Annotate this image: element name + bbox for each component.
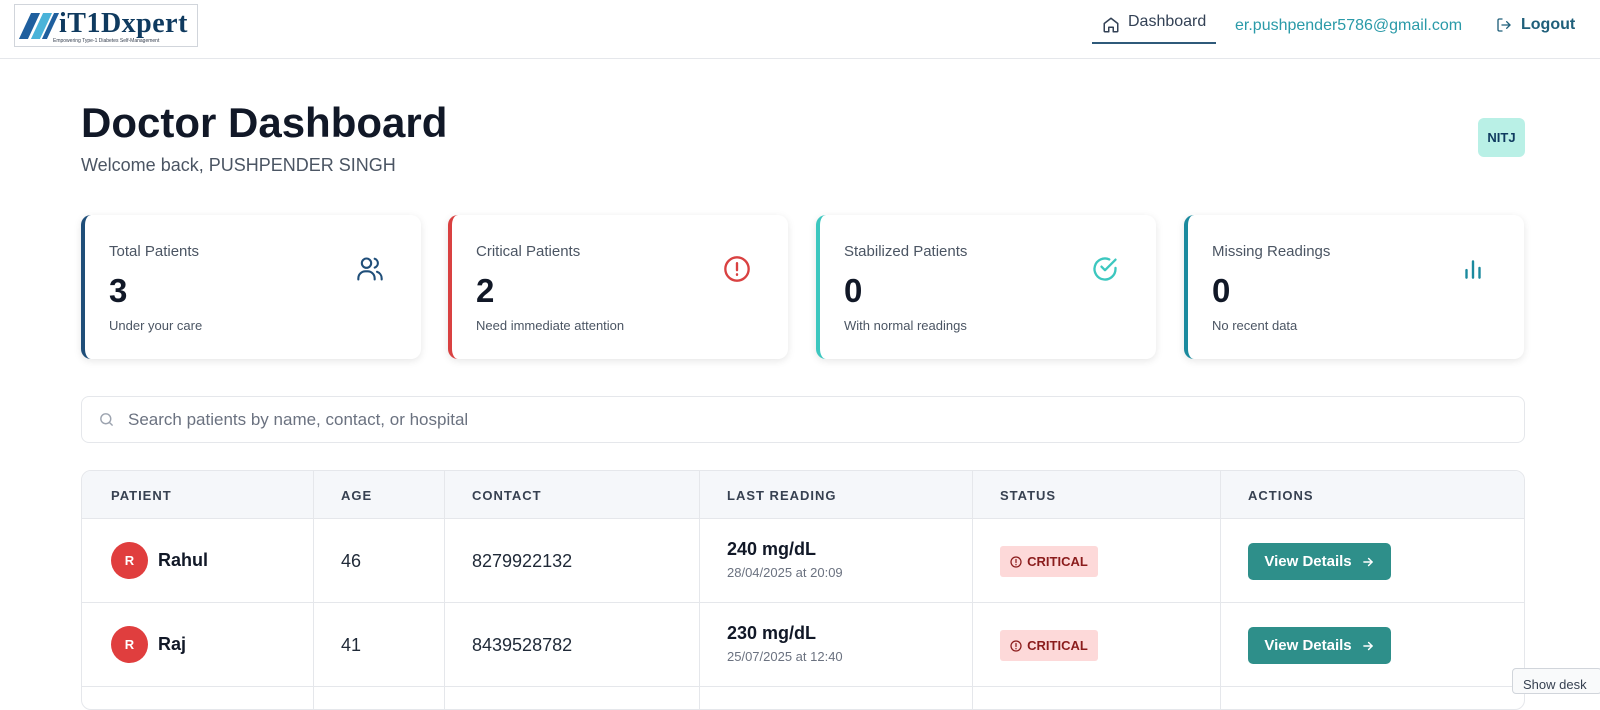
- home-icon: [1103, 17, 1119, 33]
- patient-age: 41: [341, 635, 362, 655]
- card-value: 0: [1212, 272, 1231, 309]
- card-subtitle: No recent data: [1212, 318, 1298, 333]
- patient-name: Raj: [158, 634, 187, 654]
- logo-tagline: Empowering Type-1 Diabetes Self-Manageme…: [53, 38, 160, 44]
- view-details-label: View Details: [1264, 553, 1352, 570]
- arrow-right-icon: [1362, 557, 1373, 566]
- arrow-right-icon: [1362, 641, 1373, 650]
- card-value: 0: [844, 272, 863, 309]
- patient-age: 46: [341, 551, 362, 571]
- user-email-link[interactable]: er.pushpender5786@gmail.com: [1235, 17, 1462, 35]
- card-title: Critical Patients: [476, 243, 581, 260]
- card-subtitle: Need immediate attention: [476, 318, 625, 333]
- stat-card-critical-patients: Critical Patients 2 Need immediate atten…: [448, 215, 788, 359]
- bar-chart-icon: [1458, 254, 1488, 284]
- table-row[interactable]: R Raj 41 8439528782 230 mg/dL 25/07/2025…: [82, 603, 1524, 687]
- users-icon: [355, 254, 385, 284]
- status-label: CRITICAL: [1027, 554, 1088, 569]
- column-header-actions[interactable]: ACTIONS: [1248, 488, 1314, 503]
- stat-card-stabilized-patients: Stabilized Patients 0 With normal readin…: [816, 215, 1156, 359]
- last-reading-value: 230 mg/dL: [727, 623, 817, 643]
- last-reading-time: 28/04/2025 at 20:09: [727, 565, 843, 580]
- alert-circle-icon: [1010, 555, 1022, 568]
- stat-card-missing-readings: Missing Readings 0 No recent data: [1184, 215, 1524, 359]
- app-logo[interactable]: iT1Dxpert Empowering Type-1 Diabetes Sel…: [14, 4, 198, 47]
- column-header-last-reading[interactable]: LAST READING: [727, 488, 837, 503]
- nav-dashboard-link[interactable]: Dashboard: [1092, 13, 1216, 44]
- status-label: CRITICAL: [1027, 638, 1088, 653]
- table-row[interactable]: R Rahul 46 8279922132 240 mg/dL 28/04/20…: [82, 519, 1524, 603]
- view-details-button[interactable]: View Details: [1248, 627, 1391, 664]
- view-details-button[interactable]: View Details: [1248, 543, 1391, 580]
- avatar: R: [111, 626, 148, 663]
- nav-dashboard-label: Dashboard: [1128, 13, 1207, 30]
- column-header-status[interactable]: STATUS: [1000, 488, 1056, 503]
- last-reading-value: 240 mg/dL: [727, 539, 817, 559]
- org-badge: NITJ: [1478, 118, 1525, 157]
- column-header-age[interactable]: AGE: [341, 488, 372, 503]
- column-header-patient[interactable]: PATIENT: [111, 488, 172, 503]
- column-header-contact[interactable]: CONTACT: [472, 488, 542, 503]
- card-title: Stabilized Patients: [844, 243, 968, 260]
- last-reading-time: 25/07/2025 at 12:40: [727, 649, 843, 664]
- view-details-label: View Details: [1264, 637, 1352, 654]
- show-desktop-tooltip: Show desk: [1512, 668, 1600, 694]
- card-value: 2: [476, 272, 495, 309]
- card-subtitle: With normal readings: [844, 318, 967, 333]
- card-title: Missing Readings: [1212, 243, 1331, 260]
- logout-label: Logout: [1521, 16, 1576, 33]
- patient-name: Rahul: [158, 550, 209, 570]
- alert-circle-icon: [1010, 639, 1022, 652]
- card-title: Total Patients: [109, 243, 200, 260]
- patient-contact: 8439528782: [472, 635, 573, 655]
- card-subtitle: Under your care: [109, 318, 203, 333]
- logo-text: iT1Dxpert: [59, 8, 188, 39]
- check-circle-icon: [1090, 254, 1120, 284]
- patients-table: PATIENT AGE CONTACT LAST READING STATUS …: [81, 470, 1525, 710]
- status-badge: CRITICAL: [1000, 546, 1098, 577]
- card-value: 3: [109, 272, 128, 309]
- alert-circle-icon: [722, 254, 752, 284]
- table-header: PATIENT AGE CONTACT LAST READING STATUS …: [82, 471, 1524, 519]
- patient-search-bar: [81, 396, 1525, 443]
- logout-icon: [1497, 18, 1511, 32]
- search-input[interactable]: [128, 397, 1508, 442]
- page-title: Doctor Dashboard: [81, 99, 448, 146]
- welcome-message: Welcome back, PUSHPENDER SINGH: [81, 155, 396, 175]
- stat-card-total-patients: Total Patients 3 Under your care: [81, 215, 421, 359]
- status-badge: CRITICAL: [1000, 630, 1098, 661]
- top-navbar: iT1Dxpert Empowering Type-1 Diabetes Sel…: [0, 0, 1600, 59]
- avatar: R: [111, 542, 148, 579]
- search-icon: [100, 413, 113, 426]
- patient-contact: 8279922132: [472, 551, 573, 571]
- logout-button[interactable]: Logout: [1496, 16, 1575, 34]
